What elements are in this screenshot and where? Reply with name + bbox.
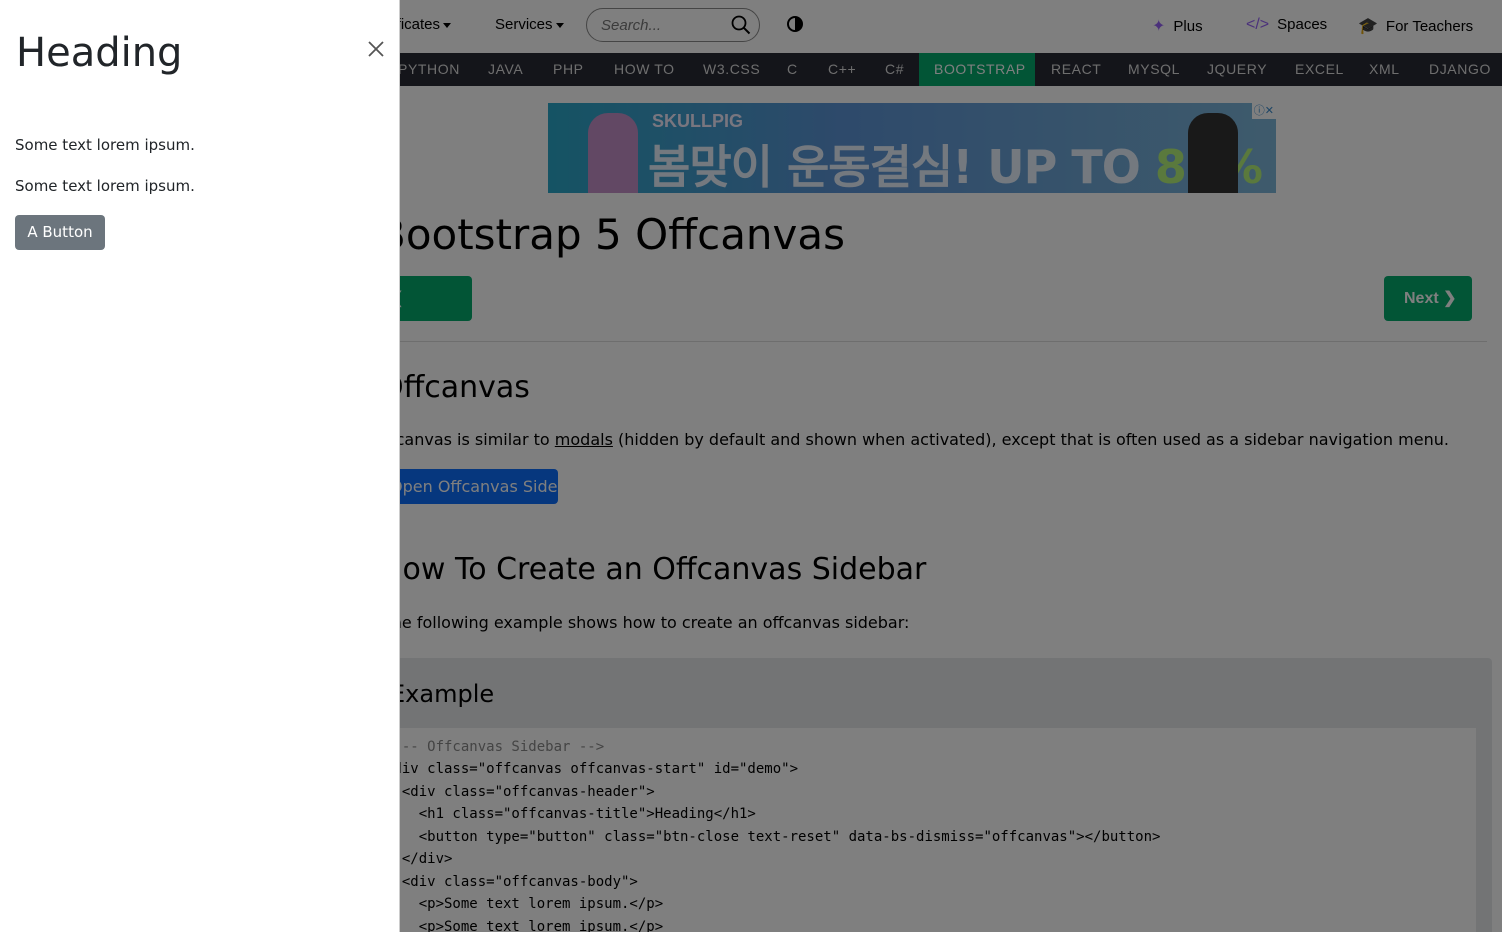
offcanvas-button[interactable]: A Button	[15, 215, 105, 250]
offcanvas-sidebar: Heading Some text lorem ipsum. Some text…	[0, 0, 400, 932]
offcanvas-paragraph: Some text lorem ipsum.	[15, 177, 195, 195]
close-icon[interactable]	[364, 37, 388, 61]
offcanvas-title: Heading	[16, 30, 183, 76]
offcanvas-paragraph: Some text lorem ipsum.	[15, 136, 195, 154]
